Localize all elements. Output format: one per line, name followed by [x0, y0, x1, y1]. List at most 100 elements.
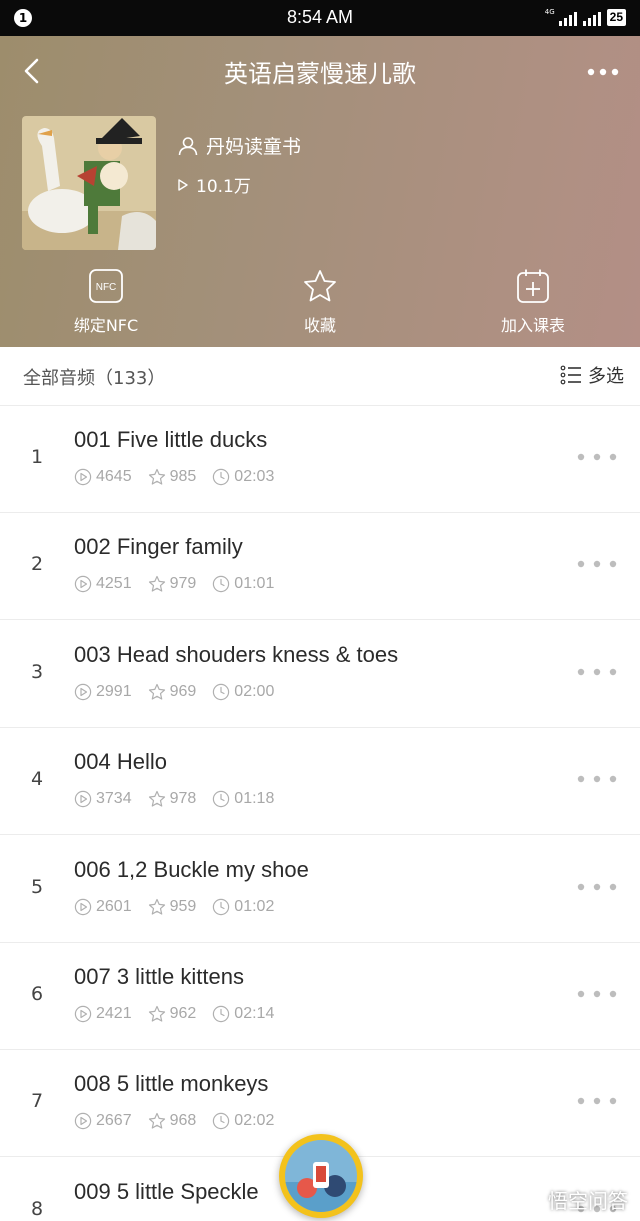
track-index: 6: [30, 983, 44, 1005]
add-to-schedule-button[interactable]: 加入课表: [463, 268, 603, 336]
track-plays: 2601: [74, 898, 132, 916]
track-plays: 4645: [74, 468, 132, 486]
track-more-icon[interactable]: [576, 450, 618, 464]
track-meta: 2421 962 02:14: [74, 1005, 290, 1023]
track-favorites: 969: [148, 683, 196, 701]
play-count: 10.1万: [196, 177, 251, 197]
multi-select-button[interactable]: 多选: [560, 362, 624, 388]
track-duration: 02:03: [212, 468, 274, 486]
play-circle-icon: [74, 683, 92, 701]
chat-bubble-icon: [517, 1189, 542, 1209]
mini-player-cover: [285, 1140, 357, 1212]
network-type: 4G: [544, 7, 555, 16]
clock-icon: [213, 1005, 230, 1023]
track-index: 8: [30, 1198, 44, 1220]
track-index: 4: [30, 768, 44, 790]
track-more-icon[interactable]: [576, 987, 618, 1001]
track-row[interactable]: 3 003 Head shouders kness & toes 2991 96…: [0, 621, 640, 728]
track-more-icon[interactable]: [576, 665, 618, 679]
track-title: 003 Head shouders kness & toes: [74, 642, 399, 667]
play-circle-icon: [74, 575, 92, 593]
track-more-icon[interactable]: [576, 880, 618, 894]
star-outline-icon: [148, 468, 165, 485]
track-favorites: 962: [148, 1005, 196, 1023]
status-bar: 1 8:54 AM 4G 25: [0, 0, 640, 36]
track-meta: 3734 978 01:18: [74, 790, 290, 808]
track-row[interactable]: 2 002 Finger family 4251 979 01:01: [0, 513, 640, 620]
track-favorites: 985: [148, 468, 196, 486]
mini-player-button[interactable]: [279, 1134, 363, 1218]
track-plays: 3734: [74, 790, 132, 808]
track-favorites: 978: [148, 790, 196, 808]
track-index: 7: [30, 1090, 44, 1112]
user-icon: [178, 136, 198, 155]
track-more-icon[interactable]: [576, 1094, 618, 1108]
nfc-icon: NFC: [89, 269, 123, 303]
track-duration: 02:14: [212, 1005, 274, 1023]
clock-icon: [213, 1112, 230, 1130]
track-index: 3: [30, 661, 44, 683]
track-meta: 4251 979 01:01: [74, 575, 290, 593]
author-row[interactable]: 丹妈读童书: [178, 132, 301, 159]
album-header: 英语启蒙慢速儿歌 丹妈读童书 10.1万 NFC 绑定NFC 收藏 加入课表: [0, 36, 640, 347]
list-select-icon: [560, 365, 581, 385]
track-favorites: 959: [148, 898, 196, 916]
track-duration: 01:18: [212, 790, 274, 808]
star-outline-icon: [148, 898, 165, 915]
bind-nfc-button[interactable]: NFC 绑定NFC: [36, 268, 176, 336]
track-row[interactable]: 6 007 3 little kittens 2421 962 02:14: [0, 943, 640, 1050]
track-plays: 4251: [74, 575, 132, 593]
album-cover-image: [22, 116, 156, 250]
favorite-button[interactable]: 收藏: [250, 268, 390, 336]
star-outline-icon: [148, 790, 165, 807]
signal-icon-2: [582, 10, 601, 26]
author-name: 丹妈读童书: [206, 136, 302, 158]
star-outline-icon: [148, 1112, 165, 1129]
track-meta: 2991 969 02:00: [74, 683, 290, 701]
page-title: 英语启蒙慢速儿歌: [224, 60, 416, 88]
track-row[interactable]: 1 001 Five little ducks 4645 985 02:03: [0, 406, 640, 513]
battery-icon: 25: [606, 9, 626, 26]
play-circle-icon: [74, 1005, 92, 1023]
track-duration: 01:01: [212, 575, 274, 593]
track-more-icon[interactable]: [576, 772, 618, 786]
track-index: 2: [30, 553, 44, 575]
bind-nfc-label: 绑定NFC: [73, 316, 139, 335]
track-title: 008 5 little monkeys: [74, 1071, 269, 1096]
calendar-add-icon: [517, 269, 549, 303]
track-index: 1: [30, 446, 44, 468]
play-circle-icon: [74, 790, 92, 808]
track-title: 004 Hello: [74, 749, 167, 774]
clock-icon: [213, 468, 230, 486]
play-triangle-icon: [178, 178, 188, 191]
star-outline-icon: [148, 683, 165, 700]
clock-icon: [213, 683, 230, 701]
track-duration: 02:02: [212, 1112, 274, 1130]
watermark-text: 悟空问答: [548, 1189, 628, 1213]
track-duration: 02:00: [212, 683, 274, 701]
track-plays: 2991: [74, 683, 132, 701]
track-duration: 01:02: [212, 898, 274, 916]
track-row[interactable]: 5 006 1,2 Buckle my shoe 2601 959 01:02: [0, 836, 640, 943]
play-circle-icon: [74, 1112, 92, 1130]
track-title: 006 1,2 Buckle my shoe: [74, 857, 309, 882]
multi-select-label: 多选: [588, 366, 624, 387]
star-outline-icon: [148, 1005, 165, 1022]
star-icon: [304, 270, 336, 302]
status-icons: 4G 25: [544, 7, 626, 26]
clock-icon: [213, 575, 230, 593]
track-title: 007 3 little kittens: [74, 964, 244, 989]
watermark: 悟空问答: [516, 1185, 628, 1214]
track-row[interactable]: 4 004 Hello 3734 978 01:18: [0, 728, 640, 835]
track-favorites: 979: [148, 575, 196, 593]
list-header: 全部音频（133） 多选: [0, 347, 640, 406]
play-circle-icon: [74, 898, 92, 916]
more-menu-icon[interactable]: [586, 62, 620, 82]
track-meta: 2667 968 02:02: [74, 1112, 290, 1130]
favorite-label: 收藏: [303, 316, 336, 335]
star-outline-icon: [148, 575, 165, 592]
add-to-schedule-label: 加入课表: [500, 316, 565, 335]
play-count-row: 10.1万: [178, 172, 251, 197]
track-more-icon[interactable]: [576, 557, 618, 571]
nfc-icon-text: NFC: [96, 282, 117, 293]
